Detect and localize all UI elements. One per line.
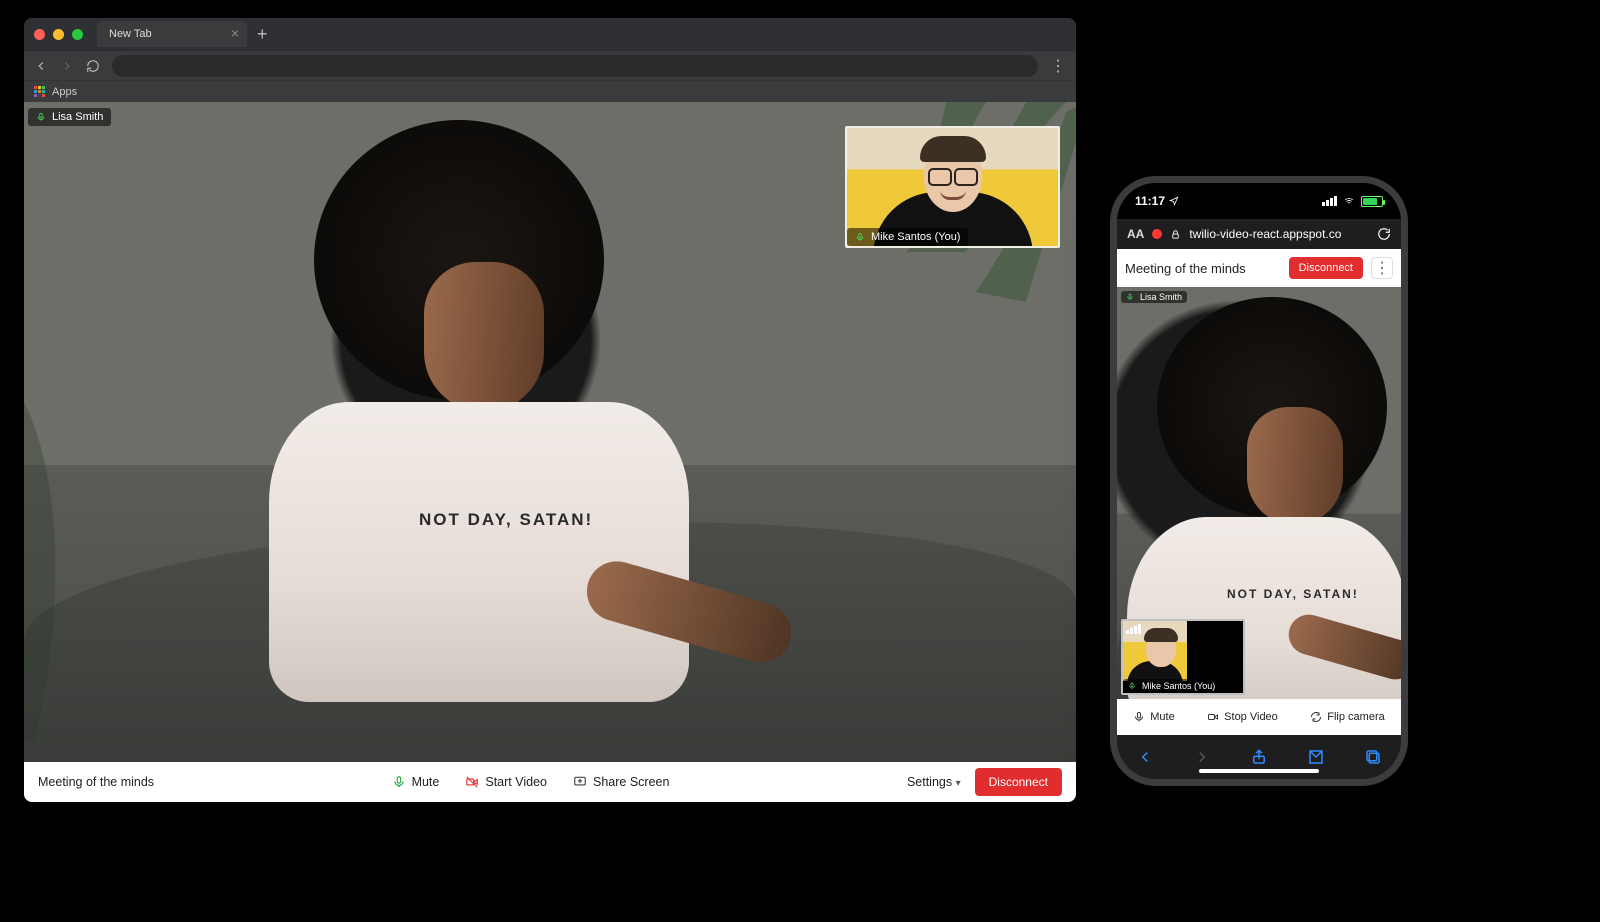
- browser-menu-icon[interactable]: ⋮: [1050, 56, 1066, 76]
- app-header: Meeting of the minds Disconnect ⋮: [1117, 249, 1401, 287]
- local-participant-name: Mike Santos (You): [1142, 681, 1215, 691]
- nav-back-icon[interactable]: [34, 59, 48, 73]
- browser-toolbar: ⋮: [24, 50, 1076, 80]
- apps-grid-icon[interactable]: [34, 86, 46, 98]
- local-participant-name: Mike Santos (You): [871, 231, 960, 243]
- call-control-bar: Meeting of the minds Mute Start Video Sh…: [24, 762, 1076, 802]
- remote-video: [269, 402, 689, 702]
- share-screen-label: Share Screen: [593, 775, 669, 789]
- call-control-bar: Mute Stop Video Flip camera: [1117, 699, 1401, 735]
- video-call-area: NOT DAY, SATAN! Lisa Smith Mike Santos (…: [1117, 287, 1401, 699]
- remote-participant-name: Lisa Smith: [1140, 292, 1182, 302]
- stop-video-button[interactable]: Stop Video: [1207, 711, 1278, 723]
- browser-tabstrip: New Tab × +: [24, 18, 1076, 50]
- close-window-icon[interactable]: [34, 29, 45, 40]
- wifi-icon: [1342, 196, 1356, 206]
- minimize-window-icon[interactable]: [53, 29, 64, 40]
- safari-back-button[interactable]: [1136, 748, 1154, 766]
- cell-signal-icon: [1322, 196, 1337, 206]
- mic-icon: [1126, 293, 1134, 301]
- mic-icon: [36, 112, 46, 122]
- disconnect-button[interactable]: Disconnect: [975, 768, 1062, 796]
- home-indicator[interactable]: [1199, 769, 1319, 773]
- reload-icon[interactable]: [86, 59, 100, 73]
- location-icon: [1169, 196, 1179, 206]
- maximize-window-icon[interactable]: [72, 29, 83, 40]
- disconnect-label: Disconnect: [989, 775, 1048, 789]
- start-video-label: Start Video: [485, 775, 547, 789]
- remote-participant-badge: Lisa Smith: [1121, 291, 1187, 303]
- video-icon: [1207, 711, 1219, 723]
- kebab-icon: ⋮: [1374, 258, 1390, 278]
- safari-address-bar[interactable]: AA twilio-video-react.appspot.co: [1117, 219, 1401, 249]
- more-menu-button[interactable]: ⋮: [1371, 257, 1393, 279]
- battery-icon: [1361, 196, 1383, 207]
- flip-camera-button[interactable]: Flip camera: [1310, 711, 1384, 723]
- browser-window: New Tab × + ⋮ Apps: [24, 18, 1076, 802]
- settings-dropdown[interactable]: Settings ▾: [907, 775, 961, 789]
- status-time: 11:17: [1135, 194, 1165, 208]
- stop-video-label: Stop Video: [1224, 711, 1278, 723]
- mic-icon: [1128, 682, 1136, 690]
- settings-label: Settings: [907, 775, 952, 789]
- glasses-icon: [928, 168, 978, 184]
- new-tab-button[interactable]: +: [247, 25, 278, 43]
- video-off-icon: [465, 775, 479, 789]
- lock-icon: [1170, 229, 1181, 240]
- room-name-label: Meeting of the minds: [1125, 261, 1281, 276]
- mute-button[interactable]: Mute: [392, 775, 440, 789]
- mic-icon: [1133, 711, 1145, 723]
- mic-icon: [392, 775, 406, 789]
- local-video-thumbnail[interactable]: Mike Santos (You): [845, 126, 1060, 248]
- remote-video: [424, 262, 544, 412]
- bookmarks-apps-label[interactable]: Apps: [52, 86, 77, 98]
- plant-decoration-icon: [24, 362, 154, 742]
- tshirt-text: NOT DAY, SATAN!: [1227, 587, 1359, 601]
- remote-video: [1247, 407, 1343, 525]
- share-screen-button[interactable]: Share Screen: [573, 775, 669, 789]
- share-screen-icon: [573, 775, 587, 789]
- safari-bookmarks-button[interactable]: [1307, 748, 1325, 766]
- local-participant-badge: Mike Santos (You): [1123, 679, 1220, 693]
- address-bar[interactable]: [112, 55, 1038, 77]
- remote-participant-badge: Lisa Smith: [28, 108, 111, 126]
- room-name-label: Meeting of the minds: [38, 775, 154, 789]
- browser-tab-label: New Tab: [109, 28, 152, 40]
- mute-label: Mute: [412, 775, 440, 789]
- start-video-button[interactable]: Start Video: [465, 775, 547, 789]
- text-size-icon[interactable]: AA: [1127, 227, 1144, 241]
- browser-tab[interactable]: New Tab ×: [97, 21, 247, 47]
- tshirt-text: NOT DAY, SATAN!: [419, 510, 593, 530]
- phone-frame: 11:17 AA twilio-video-react.appspot.co M…: [1110, 176, 1408, 786]
- video-call-area: NOT DAY, SATAN! Lisa Smith Mike Santos (…: [24, 102, 1076, 762]
- disconnect-label: Disconnect: [1299, 262, 1353, 274]
- safari-forward-button[interactable]: [1193, 748, 1211, 766]
- bookmarks-bar: Apps: [24, 80, 1076, 102]
- local-participant-badge: Mike Santos (You): [847, 228, 968, 246]
- tab-close-icon[interactable]: ×: [231, 26, 239, 40]
- window-controls[interactable]: [34, 29, 83, 40]
- recording-indicator-icon: [1152, 229, 1162, 239]
- flip-camera-icon: [1310, 711, 1322, 723]
- local-video-thumbnail[interactable]: Mike Santos (You): [1121, 619, 1245, 695]
- mic-icon: [855, 232, 865, 242]
- network-quality-icon: [1126, 624, 1141, 634]
- mute-button[interactable]: Mute: [1133, 711, 1174, 723]
- flip-camera-label: Flip camera: [1327, 711, 1384, 723]
- disconnect-button[interactable]: Disconnect: [1289, 257, 1363, 279]
- safari-tabs-button[interactable]: [1364, 748, 1382, 766]
- remote-participant-name: Lisa Smith: [52, 111, 103, 123]
- mute-label: Mute: [1150, 711, 1174, 723]
- chevron-down-icon: ▾: [956, 778, 961, 789]
- nav-forward-icon[interactable]: [60, 59, 74, 73]
- page-url[interactable]: twilio-video-react.appspot.co: [1189, 227, 1369, 241]
- reload-icon[interactable]: [1377, 227, 1391, 241]
- safari-share-button[interactable]: [1250, 748, 1268, 766]
- phone-status-bar: 11:17: [1117, 183, 1401, 219]
